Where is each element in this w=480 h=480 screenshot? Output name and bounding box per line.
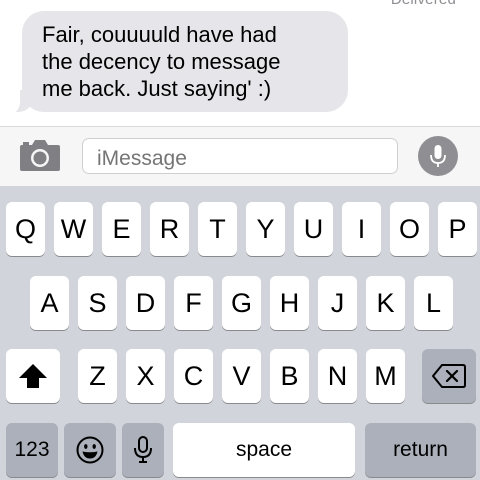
microphone-icon	[430, 145, 446, 167]
key-u[interactable]: U	[294, 202, 333, 256]
key-v[interactable]: V	[222, 349, 261, 403]
delete-backspace-icon	[432, 364, 466, 388]
key-i[interactable]: I	[342, 202, 381, 256]
delivered-status: Delivered	[391, 0, 456, 8]
microphone-icon	[134, 436, 152, 463]
key-w[interactable]: W	[54, 202, 93, 256]
conversation-area: Delivered Fair, couuuuld have had the de…	[0, 0, 480, 126]
key-k[interactable]: K	[366, 276, 405, 330]
key-l[interactable]: L	[414, 276, 453, 330]
message-input-bar	[0, 126, 480, 186]
key-n[interactable]: N	[318, 349, 357, 403]
return-key[interactable]: return	[365, 423, 476, 477]
key-x[interactable]: X	[126, 349, 165, 403]
key-h[interactable]: H	[270, 276, 309, 330]
message-line: me back. Just saying' :)	[42, 76, 272, 101]
key-r[interactable]: R	[150, 202, 189, 256]
key-p[interactable]: P	[438, 202, 477, 256]
dictation-key[interactable]	[122, 423, 164, 477]
emoji-face-icon	[76, 436, 104, 464]
key-j[interactable]: J	[318, 276, 357, 330]
keyboard: Q W E R T Y U I O P A S D F G H J K L Z …	[0, 186, 480, 480]
imessage-input[interactable]	[82, 138, 398, 174]
key-o[interactable]: O	[390, 202, 429, 256]
emoji-key[interactable]	[64, 423, 116, 477]
message-line: Fair, couuuuld have had	[42, 22, 277, 47]
camera-button[interactable]	[18, 139, 62, 173]
key-g[interactable]: G	[222, 276, 261, 330]
key-q[interactable]: Q	[6, 202, 45, 256]
dictation-button[interactable]	[418, 136, 458, 176]
shift-key[interactable]	[6, 349, 60, 403]
received-message-bubble[interactable]: Fair, couuuuld have had the decency to m…	[22, 11, 348, 112]
key-t[interactable]: T	[198, 202, 237, 256]
shift-arrow-icon	[19, 364, 47, 388]
key-c[interactable]: C	[174, 349, 213, 403]
delete-key[interactable]	[422, 349, 476, 403]
key-s[interactable]: S	[78, 276, 117, 330]
key-y[interactable]: Y	[246, 202, 285, 256]
camera-icon	[20, 140, 60, 171]
key-m[interactable]: M	[366, 349, 405, 403]
key-a[interactable]: A	[30, 276, 69, 330]
key-b[interactable]: B	[270, 349, 309, 403]
key-z[interactable]: Z	[78, 349, 117, 403]
message-line: the decency to message	[42, 49, 281, 74]
space-key[interactable]: space	[173, 423, 355, 477]
key-f[interactable]: F	[174, 276, 213, 330]
numbers-key[interactable]: 123	[6, 423, 58, 477]
key-e[interactable]: E	[102, 202, 141, 256]
key-d[interactable]: D	[126, 276, 165, 330]
